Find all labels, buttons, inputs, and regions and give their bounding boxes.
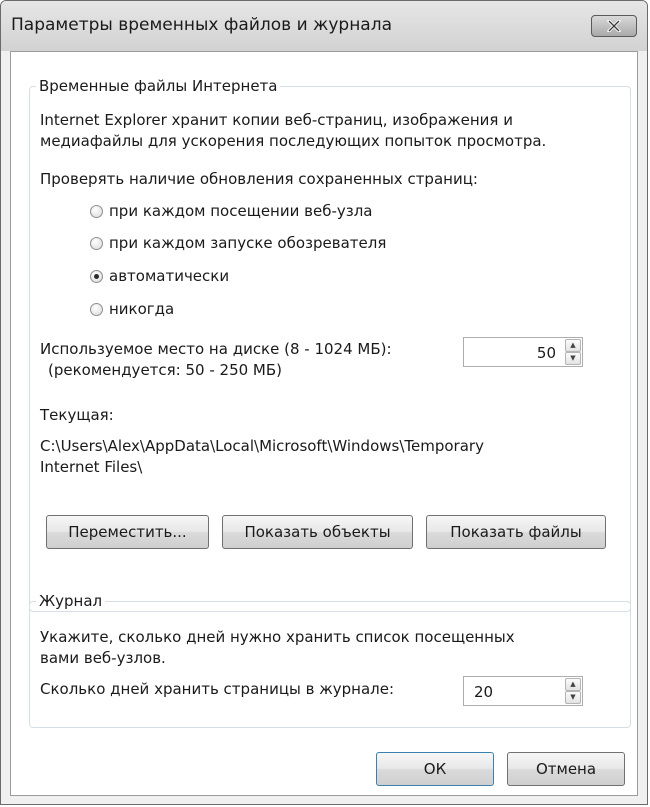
history-description-line1: Укажите, сколько дней нужно хранить спис… bbox=[40, 628, 515, 646]
temp-files-legend: Временные файлы Интернета bbox=[36, 77, 281, 95]
view-objects-button[interactable]: Показать объекты bbox=[222, 515, 413, 549]
radio-label: никогда bbox=[109, 300, 175, 318]
spin-down-icon[interactable]: ▼ bbox=[565, 352, 581, 365]
current-location-path-line2: Internet Files\ bbox=[40, 458, 143, 476]
spin-buttons: ▲ ▼ bbox=[565, 339, 581, 365]
radio-automatically[interactable]: автоматически bbox=[90, 267, 229, 285]
radio-button[interactable] bbox=[90, 204, 103, 218]
close-button[interactable] bbox=[591, 15, 637, 37]
radio-label: при каждом посещении веб-узла bbox=[109, 202, 373, 220]
move-folder-button[interactable]: Переместить... bbox=[46, 515, 209, 549]
history-legend: Журнал bbox=[36, 592, 106, 610]
disk-space-spinner[interactable]: 50 ▲ ▼ bbox=[463, 337, 583, 367]
current-location-path-line1: C:\Users\Alex\AppData\Local\Microsoft\Wi… bbox=[40, 437, 484, 455]
current-location-label: Текущая: bbox=[40, 406, 114, 424]
radio-every-start[interactable]: при каждом запуске обозревателя bbox=[90, 234, 386, 252]
spin-up-icon[interactable]: ▲ bbox=[565, 678, 581, 691]
radio-label: автоматически bbox=[109, 267, 230, 285]
disk-space-label: Используемое место на диске (8 - 1024 МБ… bbox=[40, 340, 392, 358]
temp-files-description-line1: Internet Explorer хранит копии веб-стран… bbox=[40, 111, 513, 129]
cancel-button[interactable]: Отмена bbox=[507, 752, 625, 786]
radio-every-visit[interactable]: при каждом посещении веб-узла bbox=[90, 202, 373, 220]
history-days-label: Сколько дней хранить страницы в журнале: bbox=[40, 680, 395, 698]
spin-buttons: ▲ ▼ bbox=[565, 678, 581, 704]
view-files-button[interactable]: Показать файлы bbox=[426, 515, 606, 549]
temp-files-description-line2: медиафайлы для ускорения последующих поп… bbox=[40, 132, 547, 150]
window-title: Параметры временных файлов и журнала bbox=[11, 15, 393, 35]
spin-up-icon[interactable]: ▲ bbox=[565, 339, 581, 352]
close-icon bbox=[607, 20, 621, 32]
dialog-window: Параметры временных файлов и журнала Вре… bbox=[0, 0, 648, 805]
radio-button[interactable] bbox=[90, 302, 103, 316]
history-days-spinner[interactable]: 20 ▲ ▼ bbox=[463, 676, 583, 706]
disk-space-input[interactable]: 50 bbox=[537, 344, 556, 362]
title-bar[interactable]: Параметры временных файлов и журнала bbox=[1, 1, 647, 51]
history-days-input[interactable]: 20 bbox=[474, 683, 493, 701]
dialog-content: Временные файлы Интернета Internet Explo… bbox=[10, 51, 638, 796]
spin-down-icon[interactable]: ▼ bbox=[565, 691, 581, 704]
radio-button[interactable] bbox=[90, 236, 103, 250]
radio-never[interactable]: никогда bbox=[90, 300, 174, 318]
check-updates-label: Проверять наличие обновления сохраненных… bbox=[40, 170, 478, 188]
radio-button-checked[interactable] bbox=[90, 269, 103, 283]
radio-label: при каждом запуске обозревателя bbox=[109, 234, 387, 252]
history-description-line2: вами веб-узлов. bbox=[40, 649, 166, 667]
ok-button[interactable]: ОК bbox=[376, 752, 494, 786]
disk-space-recommended: (рекомендуется: 50 - 250 МБ) bbox=[48, 361, 283, 379]
